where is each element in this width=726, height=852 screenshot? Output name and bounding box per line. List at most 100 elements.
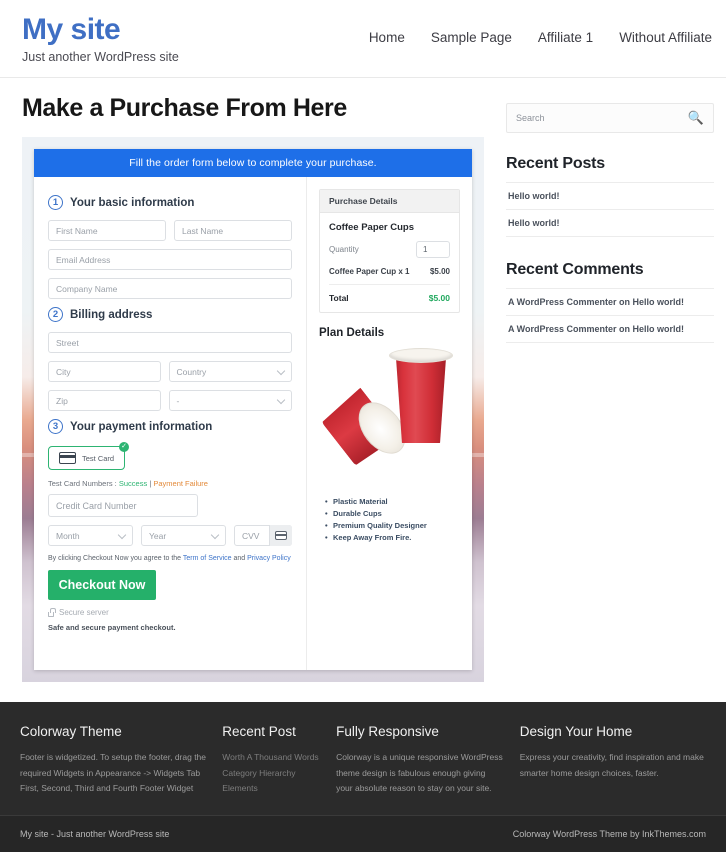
footer-column-title: Colorway Theme	[20, 723, 122, 739]
company-row: Company Name	[48, 278, 292, 299]
terms-and: and	[233, 555, 246, 562]
safe-checkout-note: Safe and secure payment checkout.	[48, 623, 176, 632]
sidebar: Search 🔍 Recent Posts Hello world! Hello…	[506, 94, 714, 682]
line-item-row: Coffee Paper Cup x 1 $5.00	[329, 267, 450, 285]
step-3-label: Your payment information	[70, 420, 213, 433]
check-icon: ✓	[119, 442, 130, 452]
feature-item: Durable Cups	[325, 509, 460, 518]
site-tagline: Just another WordPress site	[22, 49, 179, 64]
list-item[interactable]: Hello world!	[506, 183, 714, 210]
primary-navigation: Home Sample Page Affiliate 1 Without Aff…	[369, 30, 712, 45]
page-root: My site Just another WordPress site Home…	[0, 0, 726, 852]
list-item[interactable]: Hello world!	[506, 210, 714, 237]
footer-column-recent-post: Recent Post Worth A Thousand Words Categ…	[222, 724, 320, 797]
footer-widgets: Colorway Theme Footer is widgetized. To …	[0, 702, 726, 815]
street-row: Street	[48, 332, 292, 353]
list-item[interactable]: Elements	[222, 781, 320, 797]
feature-item: Plastic Material	[325, 497, 460, 506]
country-select[interactable]: Country	[168, 361, 292, 382]
quantity-row: Quantity 1	[329, 241, 450, 258]
upright-cup-body	[395, 355, 447, 443]
quantity-label: Quantity	[329, 245, 359, 254]
test-card-failure-link[interactable]: Payment Failure	[153, 479, 208, 488]
copyright-left: My site - Just another WordPress site	[20, 829, 170, 839]
cvv-card-icon	[269, 525, 292, 546]
search-input[interactable]: Search	[516, 113, 545, 123]
zip-input[interactable]: Zip	[48, 390, 161, 411]
last-name-input[interactable]: Last Name	[174, 220, 292, 241]
copyright-right[interactable]: Colorway WordPress Theme by InkThemes.co…	[513, 829, 706, 839]
test-card-numbers-prefix: Test Card Numbers :	[48, 479, 117, 488]
quantity-input[interactable]: 1	[416, 241, 450, 258]
list-item[interactable]: Worth A Thousand Words	[222, 750, 320, 766]
city-input[interactable]: City	[48, 361, 161, 382]
privacy-policy-link[interactable]: Privacy Policy	[247, 555, 291, 562]
terms-of-service-link[interactable]: Term of Service	[183, 555, 232, 562]
order-form-fields: 1 Your basic information First Name Last…	[34, 177, 306, 670]
company-name-input[interactable]: Company Name	[48, 278, 292, 299]
order-form-card: Fill the order form below to complete yo…	[34, 149, 472, 670]
nav-item-without-affiliate[interactable]: Without Affiliate	[619, 30, 712, 45]
list-item[interactable]: A WordPress Commenter on Hello world!	[506, 289, 714, 316]
nav-item-affiliate-1[interactable]: Affiliate 1	[538, 30, 593, 45]
site-title[interactable]: My site	[22, 14, 322, 46]
recent-posts-list: Hello world! Hello world!	[506, 182, 714, 237]
product-name: Coffee Paper Cups	[329, 222, 414, 233]
terms-prefix: By clicking Checkout Now you agree to th…	[48, 555, 182, 562]
step-2-header: 2 Billing address	[48, 307, 292, 322]
email-input[interactable]: Email Address	[48, 249, 292, 270]
order-form-banner: Fill the order form below to complete yo…	[34, 149, 472, 177]
step-3-header: 3 Your payment information	[48, 419, 292, 434]
checkout-now-button[interactable]: Checkout Now	[48, 570, 156, 600]
site-footer: Colorway Theme Footer is widgetized. To …	[0, 701, 726, 852]
test-card-option[interactable]: ✓ Test Card	[48, 442, 130, 470]
footer-column-colorway-theme: Colorway Theme Footer is widgetized. To …	[20, 724, 206, 797]
expiry-year-select[interactable]: Year	[141, 525, 226, 546]
footer-column-text: Express your creativity, find inspiratio…	[519, 751, 704, 778]
footer-column-title: Fully Responsive	[336, 723, 439, 739]
chevron-down-icon	[276, 366, 286, 375]
nav-item-home[interactable]: Home	[369, 30, 405, 45]
name-row: First Name Last Name	[48, 220, 292, 241]
test-card-success-link[interactable]: Success	[119, 479, 147, 488]
footer-column-design-your-home: Design Your Home Express your creativity…	[520, 724, 706, 797]
step-1-label: Your basic information	[70, 196, 195, 209]
first-name-input[interactable]: First Name	[48, 220, 166, 241]
order-form-body: 1 Your basic information First Name Last…	[34, 177, 472, 670]
step-2-label: Billing address	[70, 308, 153, 321]
recent-posts-title: Recent Posts	[506, 155, 605, 172]
feature-item: Premium Quality Designer	[325, 521, 460, 530]
footer-column-fully-responsive: Fully Responsive Colorway is a unique re…	[336, 724, 504, 797]
zip-state-row: Zip -	[48, 390, 292, 411]
list-item[interactable]: A WordPress Commenter on Hello world!	[506, 316, 714, 343]
test-card-label: Test Card	[82, 453, 115, 463]
test-card-numbers-line: Test Card Numbers : Success | Payment Fa…	[48, 479, 292, 488]
country-select-value: Country	[176, 366, 207, 377]
line-item-label: Coffee Paper Cup x 1	[329, 267, 410, 276]
credit-card-number-input[interactable]: Credit Card Number	[48, 494, 198, 517]
expiry-month-value: Month	[56, 530, 80, 541]
chevron-down-icon	[276, 395, 286, 404]
secure-server-label: Secure server	[59, 608, 109, 617]
chevron-down-icon	[117, 530, 127, 539]
state-select[interactable]: -	[168, 390, 292, 411]
list-item[interactable]: Category Hierarchy	[222, 766, 320, 782]
nav-item-sample-page[interactable]: Sample Page	[431, 30, 512, 45]
coffee-paper-cups-image	[319, 347, 460, 487]
search-widget[interactable]: Search 🔍	[506, 103, 714, 133]
footer-column-title: Design Your Home	[519, 723, 633, 739]
order-form-backdrop: Fill the order form below to complete yo…	[22, 137, 484, 682]
footer-recent-post-list: Worth A Thousand Words Category Hierarch…	[222, 750, 320, 797]
street-input[interactable]: Street	[48, 332, 292, 353]
expiry-month-select[interactable]: Month	[48, 525, 133, 546]
city-country-row: City Country	[48, 361, 292, 382]
terms-agreement-text: By clicking Checkout Now you agree to th…	[48, 555, 292, 562]
step-1-header: 1 Your basic information	[48, 195, 292, 210]
search-icon[interactable]: 🔍	[688, 110, 704, 126]
total-amount: $5.00	[428, 293, 450, 303]
expiry-cvv-row: Month Year CVV	[48, 525, 292, 546]
chevron-down-icon	[210, 530, 220, 539]
footer-column-text: Footer is widgetized. To setup the foote…	[20, 751, 207, 794]
product-features-list: Plastic Material Durable Cups Premium Qu…	[319, 497, 460, 542]
test-card-separator: |	[149, 479, 152, 488]
